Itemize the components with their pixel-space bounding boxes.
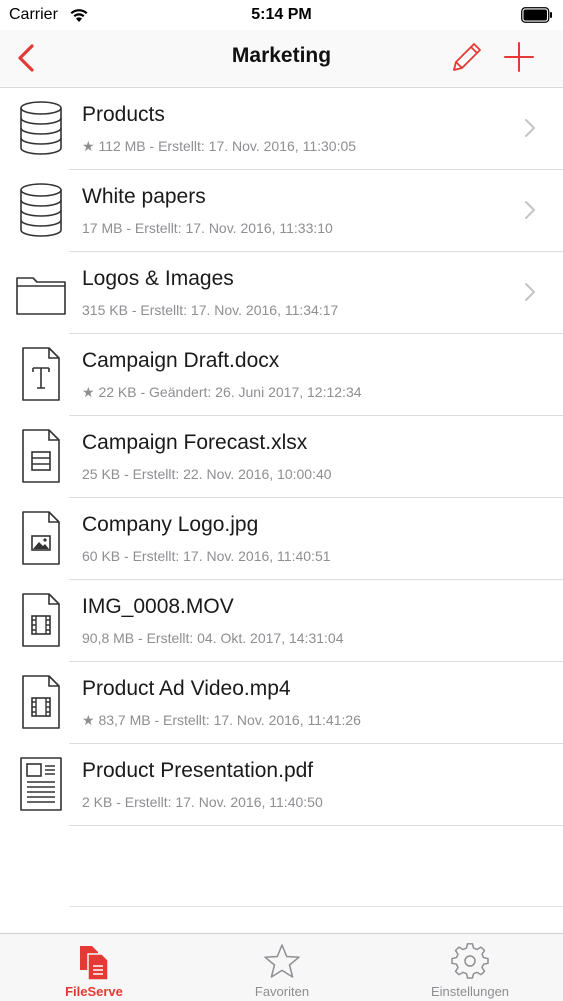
spreadsheet-document-icon: [22, 429, 60, 483]
item-subtitle: 60 KB - Erstellt: 17. Nov. 2016, 11:40:5…: [82, 548, 331, 564]
battery-icon: [521, 7, 552, 23]
item-subtitle: 90,8 MB - Erstellt: 04. Okt. 2017, 14:31…: [82, 630, 344, 646]
tab-label: Favoriten: [254, 984, 310, 999]
item-title: Product Ad Video.mp4: [82, 677, 291, 700]
separator: [69, 825, 563, 826]
item-subtitle: ★ 22 KB - Geändert: 26. Juni 2017, 12:12…: [82, 384, 362, 400]
tab-bar: FileServe Favoriten Einstellungen: [0, 933, 563, 1001]
files-icon: [80, 946, 109, 981]
list-item[interactable]: Product Ad Video.mp4 ★ 83,7 MB - Erstell…: [0, 662, 563, 744]
item-title: Products: [82, 103, 165, 126]
status-bar: Carrier 5:14 PM: [0, 0, 563, 30]
database-icon: [20, 101, 62, 155]
plus-icon[interactable]: [502, 40, 536, 74]
list-item[interactable]: Company Logo.jpg 60 KB - Erstellt: 17. N…: [0, 498, 563, 580]
item-title: IMG_0008.MOV: [82, 595, 234, 618]
list-item[interactable]: Product Presentation.pdf 2 KB - Erstellt…: [0, 744, 563, 826]
item-title: Company Logo.jpg: [82, 513, 259, 536]
item-title: Product Presentation.pdf: [82, 759, 314, 782]
list-item[interactable]: Logos & Images 315 KB - Erstellt: 17. No…: [0, 252, 563, 334]
list-item[interactable]: Products ★ 112 MB - Erstellt: 17. Nov. 2…: [0, 88, 563, 170]
item-subtitle: ★ 83,7 MB - Erstellt: 17. Nov. 2016, 11:…: [82, 712, 361, 728]
pdf-document-icon: [20, 757, 62, 811]
navigation-bar: Marketing: [0, 30, 563, 88]
tab-label: FileServe: [65, 984, 123, 999]
tab-fileserve[interactable]: FileServe: [0, 934, 188, 1001]
list-item[interactable]: IMG_0008.MOV 90,8 MB - Erstellt: 04. Okt…: [0, 580, 563, 662]
pencil-icon[interactable]: [450, 40, 484, 74]
list-item[interactable]: Campaign Draft.docx ★ 22 KB - Geändert: …: [0, 334, 563, 416]
separator: [69, 906, 563, 907]
item-title: Campaign Draft.docx: [82, 349, 280, 372]
item-title: Campaign Forecast.xlsx: [82, 431, 308, 454]
item-title: White papers: [82, 185, 206, 208]
item-subtitle: 2 KB - Erstellt: 17. Nov. 2016, 11:40:50: [82, 794, 323, 810]
tab-einstellungen[interactable]: Einstellungen: [376, 934, 563, 1001]
video-document-icon: [22, 675, 60, 729]
chevron-right-icon: [525, 119, 535, 137]
chevron-right-icon: [525, 201, 535, 219]
database-icon: [20, 183, 62, 237]
item-subtitle: ★ 112 MB - Erstellt: 17. Nov. 2016, 11:3…: [82, 138, 357, 154]
item-subtitle: 17 MB - Erstellt: 17. Nov. 2016, 11:33:1…: [82, 220, 333, 236]
item-subtitle: 25 KB - Erstellt: 22. Nov. 2016, 10:00:4…: [82, 466, 332, 482]
tab-favoriten[interactable]: Favoriten: [188, 934, 376, 1001]
folder-icon: [16, 277, 66, 315]
list-item[interactable]: Campaign Forecast.xlsx 25 KB - Erstellt:…: [0, 416, 563, 498]
file-list: Products ★ 112 MB - Erstellt: 17. Nov. 2…: [0, 88, 563, 826]
item-subtitle: 315 KB - Erstellt: 17. Nov. 2016, 11:34:…: [82, 302, 339, 318]
list-item[interactable]: White papers 17 MB - Erstellt: 17. Nov. …: [0, 170, 563, 252]
text-document-icon: [22, 347, 60, 401]
star-icon: [264, 944, 300, 978]
chevron-right-icon: [525, 283, 535, 301]
item-title: Logos & Images: [82, 267, 234, 290]
video-document-icon: [22, 593, 60, 647]
tab-label: Einstellungen: [430, 984, 510, 999]
gear-icon: [451, 943, 489, 979]
image-document-icon: [22, 511, 60, 565]
clock: 5:14 PM: [251, 6, 312, 23]
